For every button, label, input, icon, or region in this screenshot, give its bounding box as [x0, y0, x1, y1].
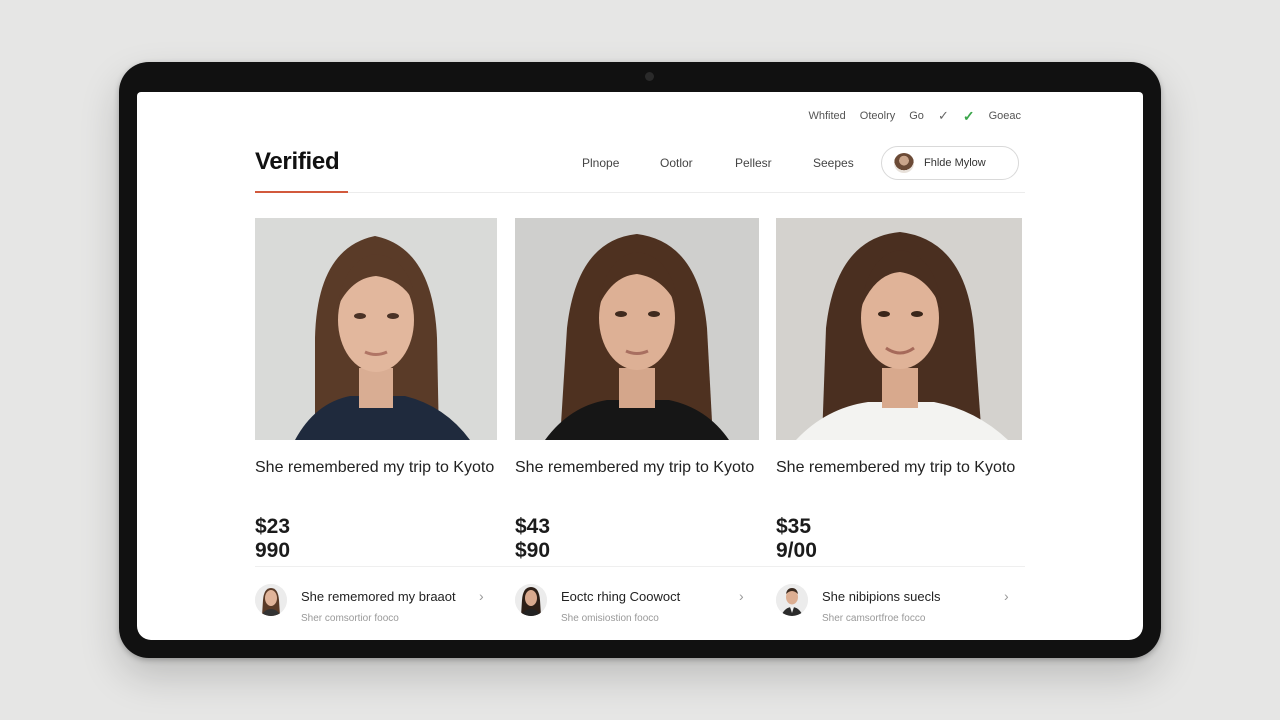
- check-icon[interactable]: ✓: [938, 108, 949, 124]
- top-link-2[interactable]: Oteolry: [860, 110, 895, 122]
- nav-item-1[interactable]: Plnope: [582, 156, 619, 170]
- card-title[interactable]: She remembered my trip to Kyoto: [776, 456, 1016, 479]
- top-link-4[interactable]: Goeac: [989, 110, 1021, 122]
- list-item-title: She rememored my braaot: [301, 589, 456, 604]
- screen: Whfited Oteolry Go ✓ ✓ Goeac Verified Pl…: [137, 92, 1143, 640]
- brand-underline: [255, 191, 348, 193]
- nav-item-3[interactable]: Pellesr: [735, 156, 772, 170]
- list-item[interactable]: Eoctc rhing Coowoct She omisiostion fooc…: [515, 580, 749, 624]
- list-item-title: She nibipions suecls: [822, 589, 941, 604]
- list-item[interactable]: She nibipions suecls Sher camsortfroe fo…: [776, 580, 1016, 624]
- list-item-subtitle: She omisiostion fooco: [561, 613, 659, 624]
- profile-label: Fhlde Mylow: [924, 157, 986, 169]
- card-price: $23 990: [255, 515, 291, 562]
- card-price: $43 $90: [515, 515, 551, 562]
- card-title[interactable]: She remembered my trip to Kyoto: [255, 456, 495, 479]
- list-item-subtitle: Sher comsortior fooco: [301, 613, 399, 624]
- list-item-title: Eoctc rhing Coowoct: [561, 589, 681, 604]
- header-divider: [255, 192, 1025, 193]
- tablet-frame: Whfited Oteolry Go ✓ ✓ Goeac Verified Pl…: [119, 62, 1161, 658]
- top-link-3[interactable]: Go: [909, 110, 924, 122]
- avatar: [894, 153, 914, 173]
- avatar: [515, 584, 547, 616]
- chevron-right-icon[interactable]: ›: [479, 588, 484, 604]
- card-title[interactable]: She remembered my trip to Kyoto: [515, 456, 755, 479]
- green-check-icon[interactable]: ✓: [963, 108, 975, 125]
- list-item[interactable]: She rememored my braaot Sher comsortior …: [255, 580, 487, 624]
- card-photo[interactable]: [255, 218, 497, 440]
- profile-button[interactable]: Fhlde Mylow: [881, 146, 1019, 180]
- chevron-right-icon[interactable]: ›: [1004, 588, 1009, 604]
- top-link-1[interactable]: Whfited: [808, 110, 845, 122]
- camera-dot: [645, 72, 654, 81]
- avatar: [255, 584, 287, 616]
- card-photo[interactable]: [776, 218, 1022, 440]
- card-photo[interactable]: [515, 218, 759, 440]
- chevron-right-icon[interactable]: ›: [739, 588, 744, 604]
- brand-title[interactable]: Verified: [255, 148, 340, 176]
- list-item-subtitle: Sher camsortfroe focco: [822, 613, 926, 624]
- card-price: $35 9/00: [776, 515, 817, 562]
- top-utility-bar: Whfited Oteolry Go ✓ ✓ Goeac: [808, 108, 1021, 124]
- list-divider: [255, 566, 1025, 567]
- avatar: [776, 584, 808, 616]
- nav-item-4[interactable]: Seepes: [813, 156, 854, 170]
- nav-item-2[interactable]: Ootlor: [660, 156, 693, 170]
